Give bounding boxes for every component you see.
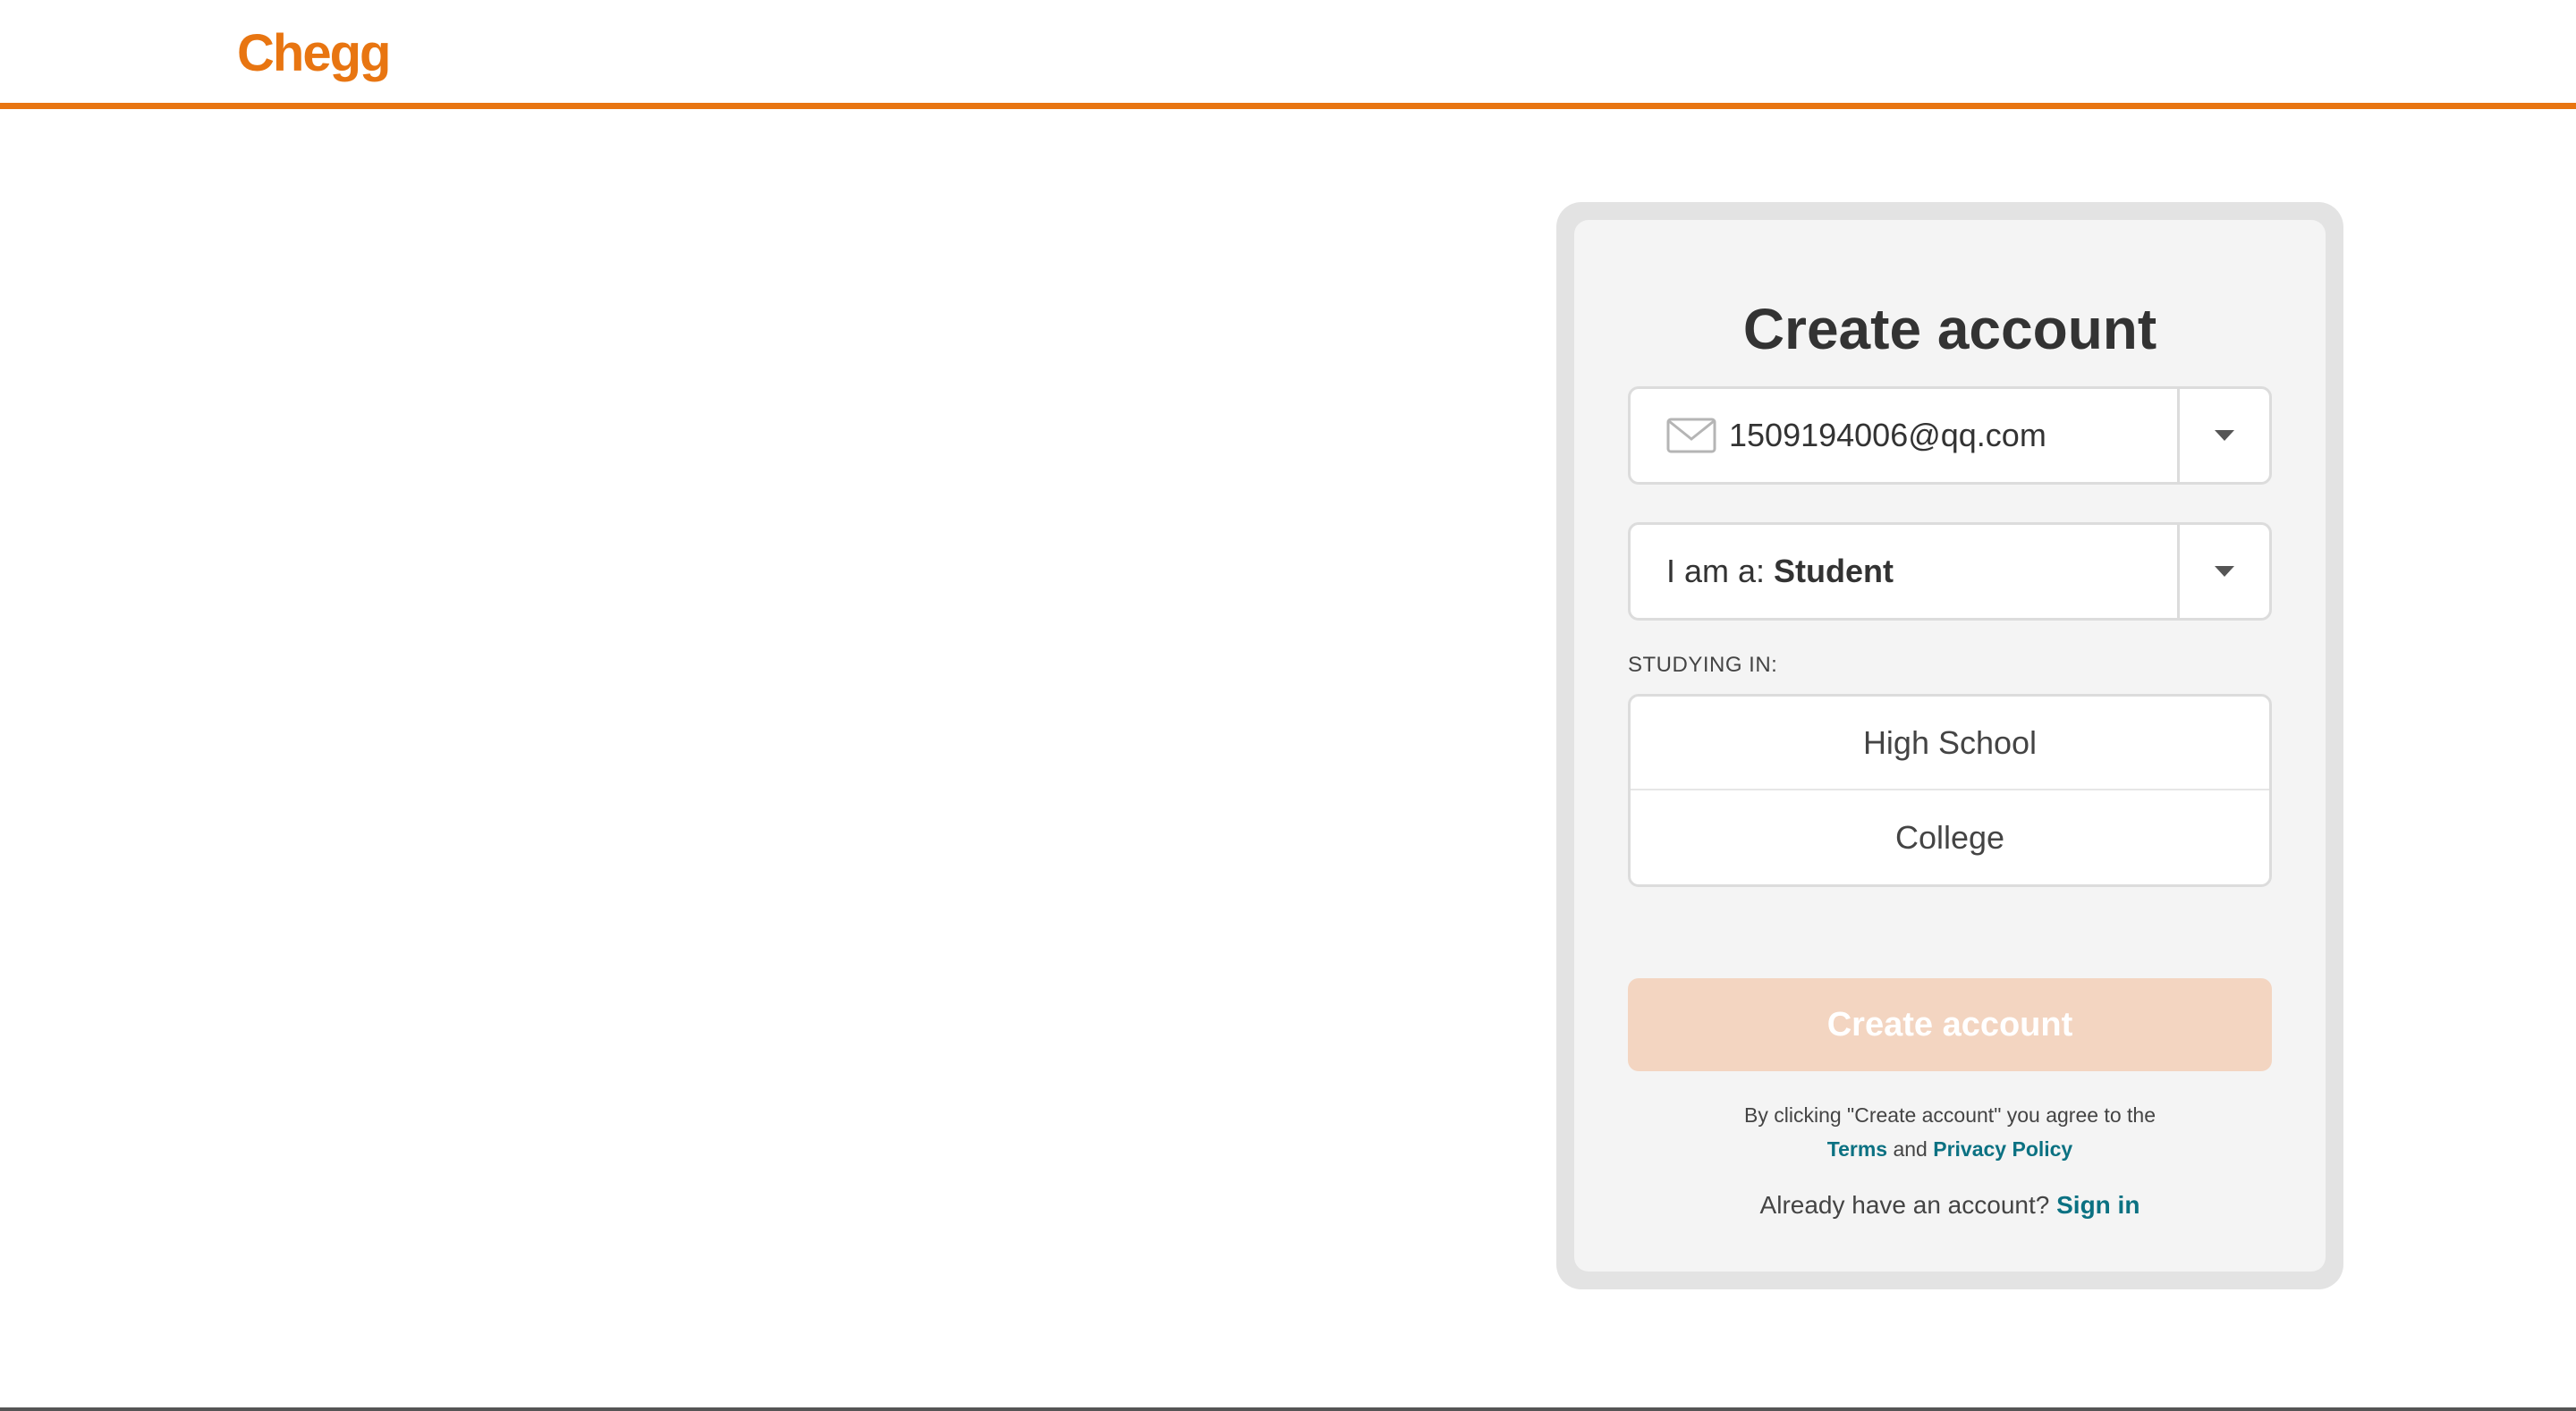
sign-in-link[interactable]: Sign in	[2056, 1191, 2140, 1219]
option-college[interactable]: College	[1631, 790, 2269, 884]
window-bottom-border	[0, 1407, 2576, 1411]
role-field[interactable]: I am a: Student	[1631, 525, 2177, 618]
role-prefix: I am a:	[1666, 553, 1766, 589]
site-header: Chegg	[0, 0, 2576, 109]
role-value: Student	[1774, 553, 1894, 589]
chevron-down-icon	[2215, 430, 2234, 441]
legal-text: By clicking "Create account" you agree t…	[1744, 1103, 2156, 1127]
email-dropdown-toggle[interactable]	[2180, 389, 2269, 482]
option-high-school[interactable]: High School	[1631, 697, 2269, 790]
chevron-down-icon	[2215, 566, 2234, 577]
role-select[interactable]: I am a: Student	[1628, 522, 2272, 621]
signup-card-frame: Create account 1509194006@qq.com I am a:…	[1556, 202, 2343, 1289]
form-title: Create account	[1742, 297, 2157, 361]
signin-text: Already have an account?	[1759, 1191, 2050, 1219]
email-value: 1509194006@qq.com	[1729, 417, 2046, 453]
role-dropdown-toggle[interactable]	[2180, 525, 2269, 618]
privacy-policy-link[interactable]: Privacy Policy	[1933, 1137, 2072, 1161]
legal-notice: By clicking "Create account" you agree t…	[1628, 1098, 2272, 1166]
email-select[interactable]: 1509194006@qq.com	[1628, 386, 2272, 485]
mail-icon	[1666, 418, 1716, 453]
legal-conjunction: and	[1893, 1137, 1928, 1161]
chegg-logo[interactable]: Chegg	[237, 21, 391, 86]
signup-card: Create account 1509194006@qq.com I am a:…	[1574, 220, 2326, 1272]
email-field[interactable]: 1509194006@qq.com	[1631, 389, 2177, 482]
create-account-button[interactable]: Create account	[1628, 978, 2272, 1071]
studying-in-label: STUDYING IN:	[1628, 653, 1778, 677]
terms-link[interactable]: Terms	[1827, 1137, 1887, 1161]
signin-prompt: Already have an account? Sign in	[1628, 1187, 2272, 1223]
studying-in-options: High School College	[1628, 694, 2272, 887]
